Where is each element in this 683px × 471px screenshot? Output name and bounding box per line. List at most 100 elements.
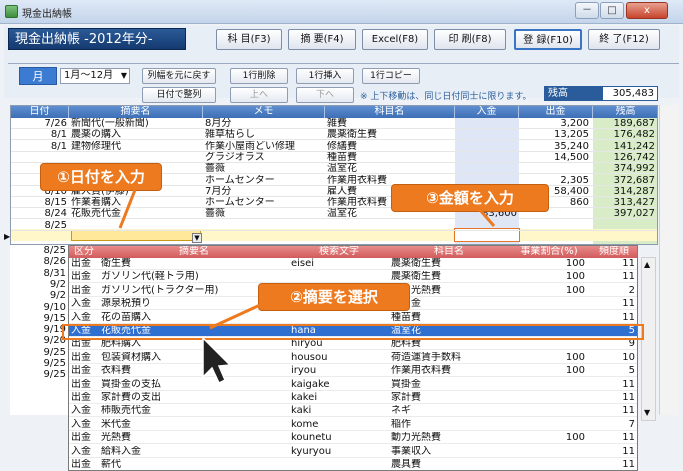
cell-memo[interactable]: 作業小屋雨どい修理 bbox=[205, 141, 325, 152]
cell-balance[interactable]: 314,287 bbox=[593, 186, 655, 197]
summary-button[interactable]: 摘 要(F4) bbox=[288, 29, 356, 50]
move-down-button[interactable]: 下へ bbox=[296, 87, 354, 103]
ledger-row[interactable]: 8/25 bbox=[11, 220, 657, 231]
dcell-account: 種苗費 bbox=[391, 311, 421, 323]
cell-date[interactable]: 7/26 bbox=[11, 118, 67, 129]
ledger-row[interactable]: 8/1 農薬の購入 雑草枯らし 農薬衛生費 13,205 176,482 bbox=[11, 129, 657, 141]
dropdown-row[interactable]: 入金 花の苗購入 種苗費 11 bbox=[69, 311, 637, 324]
maximize-button[interactable]: □ bbox=[600, 2, 624, 19]
scroll-down-icon[interactable]: ▼ bbox=[644, 408, 650, 417]
cell-memo[interactable]: ホームセンター bbox=[205, 175, 325, 186]
cell-summary[interactable]: 新聞代(一般新聞) bbox=[71, 118, 203, 129]
dropdown-row[interactable]: 入金 米代金 kome 稲作 7 bbox=[69, 418, 637, 431]
excel-button[interactable]: Excel(F8) bbox=[362, 29, 428, 50]
summary-dropdown-list[interactable]: 区分 摘要名 検索文字 科目名 事業割合(%) 頻度順 出金 衛生費 eisei 農薬… bbox=[68, 245, 638, 471]
cell-account[interactable]: 修繕費 bbox=[327, 141, 455, 152]
summary-dropdown-chevron-icon[interactable]: ▼ bbox=[192, 233, 202, 243]
sort-by-date-button[interactable]: 日付で整列 bbox=[142, 87, 216, 103]
cell-summary[interactable]: 作業着購入 bbox=[71, 197, 203, 208]
ledger-row[interactable]: グラジオラス 種苗費 14,500 126,742 bbox=[11, 152, 657, 163]
ledger-row[interactable]: 8/1 建物修理代 作業小屋雨どい修理 修繕費 35,240 141,242 bbox=[11, 141, 657, 152]
callout-date: ①日付を入力 bbox=[40, 163, 162, 191]
cell-memo[interactable]: 薔薇 bbox=[205, 163, 325, 174]
dropdown-row[interactable]: 出金 衣料費 iryou 作業用衣料費 100 5 bbox=[69, 365, 637, 378]
dcell-kind: 出金 bbox=[71, 338, 91, 350]
dropdown-row[interactable]: 出金 家計費の支出 kakei 家計費 11 bbox=[69, 392, 637, 404]
cell-date[interactable]: 8/24 bbox=[11, 208, 67, 219]
account-button[interactable]: 科 目(F3) bbox=[216, 29, 282, 50]
page-scrollbar[interactable] bbox=[659, 105, 679, 415]
cell-memo[interactable]: グラジオラス bbox=[205, 152, 325, 163]
insert-row-button[interactable]: 1行挿入 bbox=[296, 68, 354, 84]
scroll-up-icon[interactable]: ▲ bbox=[644, 260, 650, 269]
cell-account[interactable]: 農薬衛生費 bbox=[327, 129, 455, 140]
delete-row-button[interactable]: 1行削除 bbox=[230, 68, 288, 84]
register-button[interactable]: 登 録(F10) bbox=[514, 29, 582, 50]
cell-balance[interactable]: 176,482 bbox=[593, 129, 655, 140]
dropdown-row[interactable]: 入金 柿販売代金 kaki ネギ 11 bbox=[69, 405, 637, 418]
cell-account[interactable]: 種苗費 bbox=[327, 152, 455, 163]
cell-balance[interactable]: 397,027 bbox=[593, 208, 655, 219]
cell-memo[interactable]: 雑草枯らし bbox=[205, 129, 325, 140]
dcell-search: kome bbox=[291, 418, 319, 430]
cell-expense[interactable]: 3,200 bbox=[519, 118, 589, 129]
balance-value: 305,483 bbox=[602, 86, 658, 101]
dcol-name: 摘要名 bbox=[179, 246, 209, 257]
copy-row-button[interactable]: 1行コピー bbox=[362, 68, 420, 84]
move-up-button[interactable]: 上へ bbox=[230, 87, 288, 103]
cell-memo[interactable]: 薔薇 bbox=[205, 208, 325, 219]
cell-memo[interactable]: 8月分 bbox=[205, 118, 325, 129]
side-date: 8/31 bbox=[43, 267, 66, 279]
dropdown-row[interactable]: 入金 給料入金 kyuryou 事業収入 11 bbox=[69, 445, 637, 458]
cell-summary[interactable]: 農薬の購入 bbox=[71, 129, 203, 140]
ledger-row[interactable]: 8/15 作業着購入 ホームセンター 作業用衣料費 860 313,427 bbox=[11, 197, 657, 209]
month-button[interactable]: 月 bbox=[19, 67, 57, 85]
cell-date[interactable]: 8/25 bbox=[11, 220, 67, 231]
dropdown-row[interactable]: 出金 買掛金の支払 kaigake 買掛金 11 bbox=[69, 379, 637, 391]
ledger-row[interactable]: 7/26 新聞代(一般新聞) 8月分 雑費 3,200 189,687 bbox=[11, 118, 657, 129]
cell-account[interactable]: 雑費 bbox=[327, 118, 455, 129]
cell-balance[interactable]: 372,687 bbox=[593, 175, 655, 186]
cell-balance[interactable]: 141,242 bbox=[593, 141, 655, 152]
cell-summary[interactable]: 建物修理代 bbox=[71, 141, 203, 152]
ledger-row[interactable]: 8/24 花販売代金 薔薇 温室花 83,600 397,027 bbox=[11, 208, 657, 220]
close-button[interactable]: x bbox=[626, 2, 668, 19]
cell-balance[interactable]: 126,742 bbox=[593, 152, 655, 163]
reset-width-button[interactable]: 列幅を元に戻す bbox=[142, 68, 216, 84]
dcell-freq: 2 bbox=[628, 284, 635, 296]
exit-button[interactable]: 終 了(F12) bbox=[588, 29, 660, 50]
cell-account[interactable]: 温室花 bbox=[327, 163, 455, 174]
col-balance[interactable]: 残高 bbox=[593, 106, 657, 118]
dropdown-row[interactable]: 出金 衛生費 eisei 農薬衛生費 100 11 bbox=[69, 258, 637, 270]
cell-expense[interactable]: 14,500 bbox=[519, 152, 589, 163]
cell-summary[interactable]: 花販売代金 bbox=[71, 208, 203, 219]
dcell-freq: 11 bbox=[622, 271, 635, 283]
cell-expense[interactable]: 35,240 bbox=[519, 141, 589, 152]
col-memo[interactable]: メモ bbox=[203, 106, 325, 118]
minimize-button[interactable]: － bbox=[575, 2, 599, 19]
cell-date[interactable]: 8/15 bbox=[11, 197, 67, 208]
dropdown-row[interactable]: 出金 薪代 農具費 11 bbox=[69, 459, 637, 470]
col-summary[interactable]: 摘要名 bbox=[69, 106, 203, 118]
cell-balance[interactable]: 313,427 bbox=[593, 197, 655, 208]
col-date[interactable]: 日付 bbox=[11, 106, 69, 118]
summary-entry-cell[interactable] bbox=[71, 230, 201, 241]
cell-date[interactable]: 8/1 bbox=[11, 129, 67, 140]
dropdown-row[interactable]: 出金 肥料購入 hiryou 肥料費 9 bbox=[69, 338, 637, 351]
cell-memo[interactable]: 7月分 bbox=[205, 186, 325, 197]
print-button[interactable]: 印 刷(F8) bbox=[434, 29, 506, 50]
dropdown-row[interactable]: 出金 包装資材購入 housou 荷造運賃手数料 100 10 bbox=[69, 352, 637, 364]
col-income[interactable]: 入金 bbox=[455, 106, 519, 118]
col-expense[interactable]: 出金 bbox=[519, 106, 593, 118]
dropdown-row[interactable]: 出金 ガソリン代(軽トラ用) 農薬衛生費 100 11 bbox=[69, 271, 637, 284]
callout-amount: ③金額を入力 bbox=[391, 184, 549, 212]
cell-balance[interactable]: 374,992 bbox=[593, 163, 655, 174]
month-range-select[interactable]: 1月〜12月 ▼ bbox=[60, 68, 130, 84]
cell-date[interactable]: 8/1 bbox=[11, 141, 67, 152]
cell-expense[interactable]: 13,205 bbox=[519, 129, 589, 140]
dcell-search: kyuryou bbox=[291, 445, 332, 457]
dropdown-row[interactable]: 出金 光熱費 kounetu 動力光熱費 100 11 bbox=[69, 432, 637, 445]
col-account[interactable]: 科目名 bbox=[325, 106, 455, 118]
cell-memo[interactable]: ホームセンター bbox=[205, 197, 325, 208]
cell-balance[interactable]: 189,687 bbox=[593, 118, 655, 129]
